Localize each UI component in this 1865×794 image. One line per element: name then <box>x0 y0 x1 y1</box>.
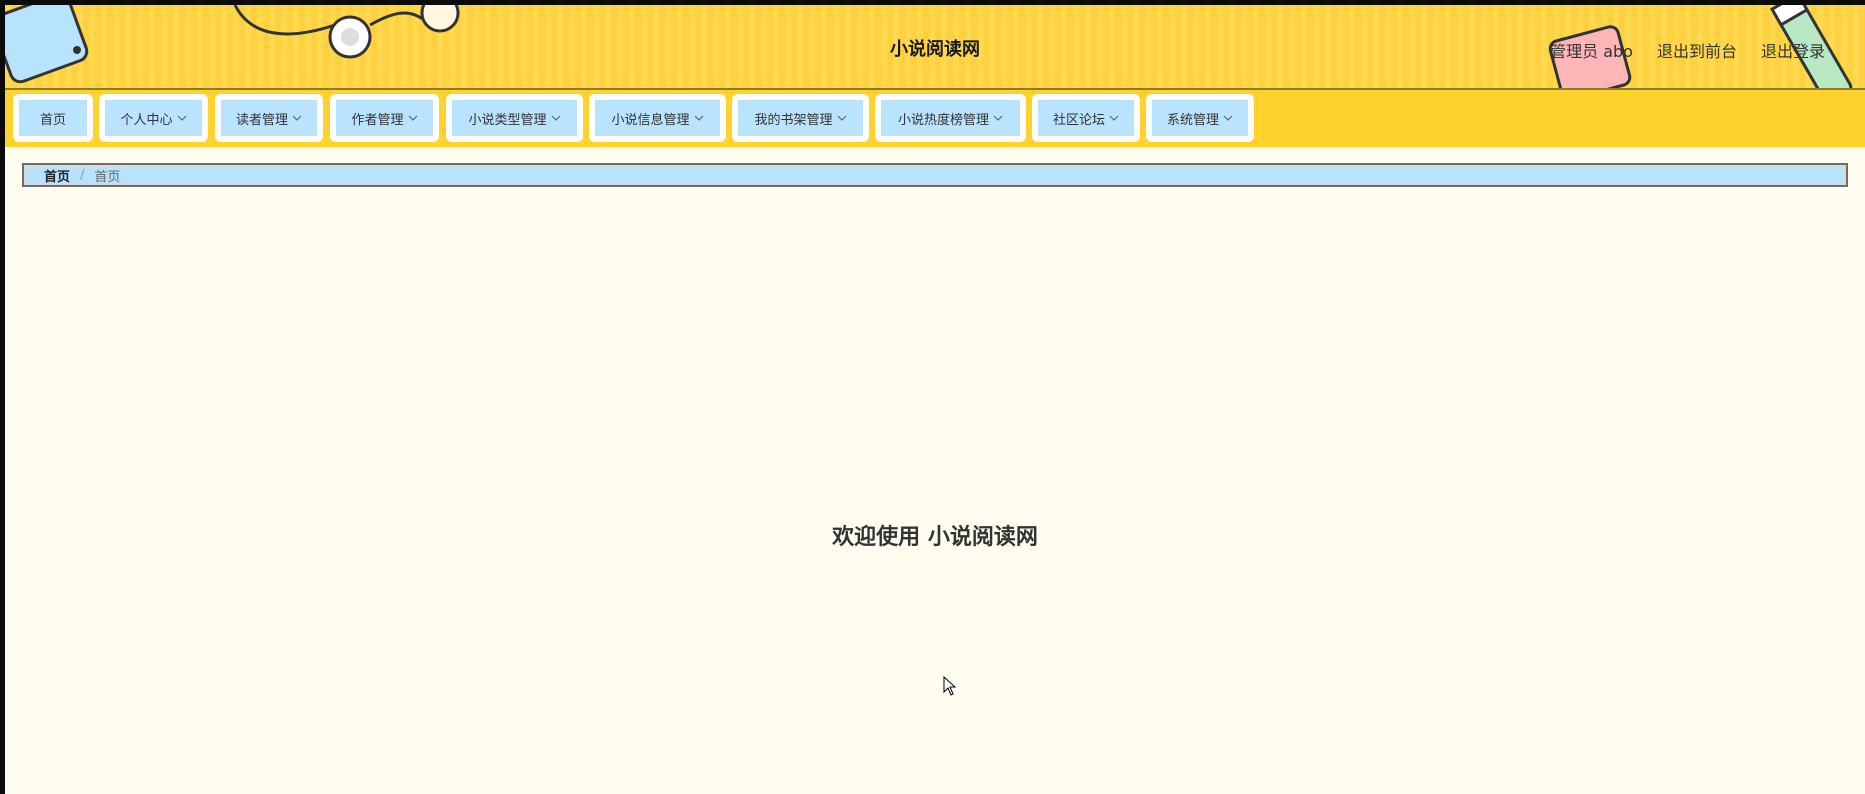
nav-item-system-management[interactable]: 系统管理 <box>1146 94 1254 142</box>
nav-item-bookshelf-management-inner: 我的书架管理 <box>738 100 863 136</box>
nav-item-label: 读者管理 <box>235 112 288 128</box>
nav-item-label: 小说热度榜管理 <box>897 112 989 128</box>
app-window: 小说阅读网 管理员 abo 退出到前台 退出登录 首页 个人中心 读者管理 作者… <box>5 5 1865 794</box>
nav-item-label: 系统管理 <box>1166 112 1219 128</box>
main-nav: 首页 个人中心 读者管理 作者管理 小说类型管理 小说信息管理 我的书架管理 小… <box>5 90 1865 147</box>
nav-item-hot-ranking-management[interactable]: 小说热度榜管理 <box>875 94 1026 142</box>
nav-item-novel-type-management-inner: 小说类型管理 <box>452 100 577 136</box>
nav-item-novel-type-management[interactable]: 小说类型管理 <box>446 94 583 142</box>
nav-item-home[interactable]: 首页 <box>13 94 93 142</box>
nav-item-personal-center[interactable]: 个人中心 <box>99 94 208 142</box>
nav-item-label: 社区论坛 <box>1052 112 1105 128</box>
chevron-down-icon <box>1223 115 1233 121</box>
breadcrumb-separator: / <box>80 167 85 183</box>
nav-item-hot-ranking-management-inner: 小说热度榜管理 <box>881 100 1020 136</box>
nav-item-home-inner: 首页 <box>19 100 87 136</box>
chevron-down-icon <box>551 115 560 121</box>
nav-item-label: 首页 <box>39 112 66 128</box>
chevron-down-icon <box>177 115 186 121</box>
chevron-down-icon <box>292 115 302 121</box>
nav-item-novel-info-management[interactable]: 小说信息管理 <box>589 94 726 142</box>
chevron-down-icon <box>837 115 846 121</box>
breadcrumb: 首页 / 首页 <box>22 163 1848 187</box>
nav-item-label: 我的书架管理 <box>754 112 833 128</box>
nav-item-label: 小说类型管理 <box>468 112 547 128</box>
nav-item-reader-management-inner: 读者管理 <box>221 100 317 136</box>
nav-item-community-forum-inner: 社区论坛 <box>1038 100 1134 136</box>
nav-item-label: 作者管理 <box>351 112 404 128</box>
chevron-down-icon <box>694 115 703 121</box>
nav-item-author-management[interactable]: 作者管理 <box>330 94 439 142</box>
user-label: 管理员 abo <box>1550 42 1633 61</box>
breadcrumb-home-link[interactable]: 首页 <box>44 166 70 185</box>
header: 小说阅读网 管理员 abo 退出到前台 退出登录 <box>5 5 1865 90</box>
mouse-cursor-icon <box>943 676 957 696</box>
nav-item-bookshelf-management[interactable]: 我的书架管理 <box>732 94 869 142</box>
chevron-down-icon <box>1109 115 1119 121</box>
to-frontend-link[interactable]: 退出到前台 <box>1657 38 1737 62</box>
header-links: 管理员 abo 退出到前台 退出登录 <box>1550 38 1825 62</box>
nav-item-reader-management[interactable]: 读者管理 <box>215 94 323 142</box>
nav-item-community-forum[interactable]: 社区论坛 <box>1032 94 1140 142</box>
nav-item-personal-center-inner: 个人中心 <box>105 100 202 136</box>
nav-item-label: 小说信息管理 <box>611 112 690 128</box>
logout-link[interactable]: 退出登录 <box>1761 38 1825 62</box>
breadcrumb-current: 首页 <box>94 169 121 185</box>
welcome-message: 欢迎使用 小说阅读网 <box>832 525 1038 550</box>
nav-item-novel-info-management-inner: 小说信息管理 <box>595 100 720 136</box>
nav-item-label: 个人中心 <box>120 112 173 128</box>
chevron-down-icon <box>408 115 417 121</box>
nav-item-system-management-inner: 系统管理 <box>1152 100 1248 136</box>
chevron-down-icon <box>993 115 1003 121</box>
nav-item-author-management-inner: 作者管理 <box>336 100 433 136</box>
